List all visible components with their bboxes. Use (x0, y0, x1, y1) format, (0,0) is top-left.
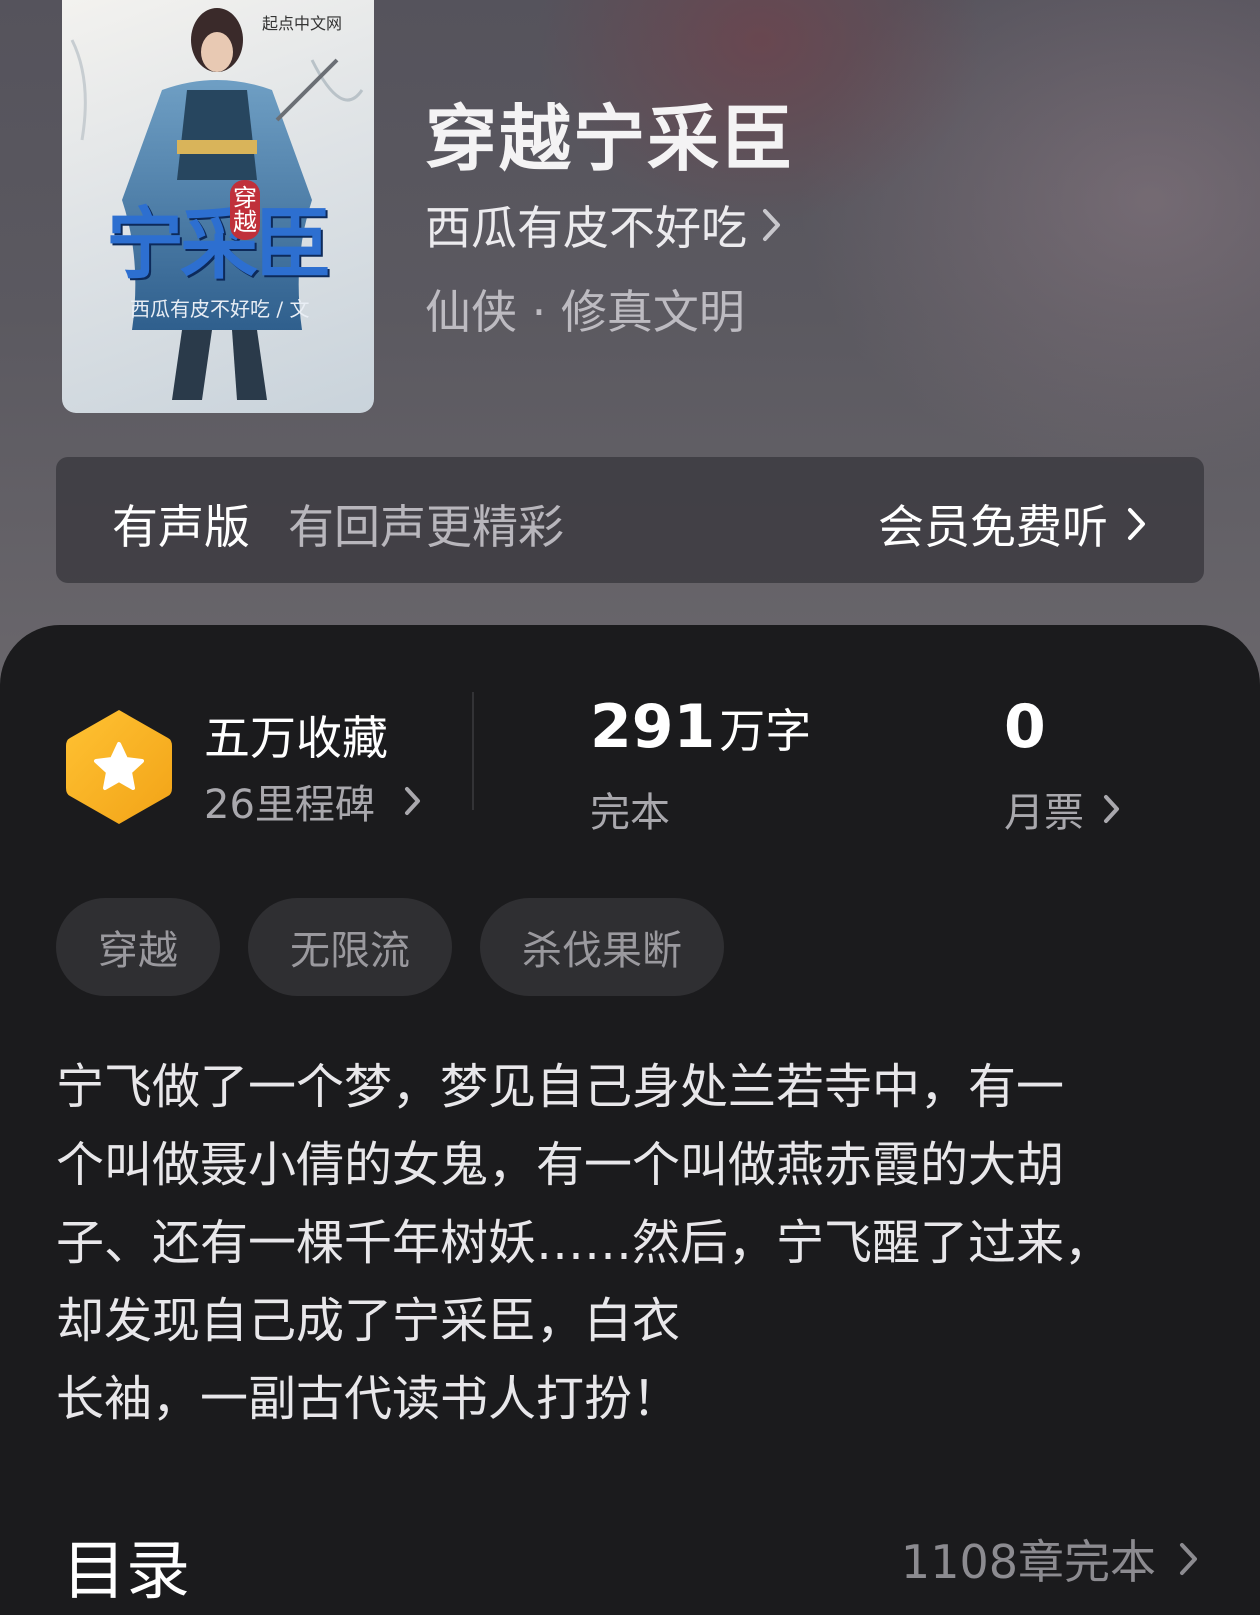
book-cover[interactable]: 宁采臣 穿越 西瓜有皮不好吃 / 文 起点中文网 (62, 0, 374, 413)
monthly-votes-link[interactable]: 月票 (1004, 780, 1122, 838)
cover-publisher-logo: 起点中文网 (262, 14, 343, 33)
audio-subtitle: 有回声更精彩 (288, 500, 564, 554)
chevron-right-icon (763, 209, 780, 241)
monthly-votes-count: 0 (1004, 692, 1046, 762)
completion-status: 完本 (590, 790, 670, 836)
chapter-summary: 1108章完本 (900, 1535, 1156, 1589)
chevron-right-icon (1104, 795, 1119, 823)
member-listen-button[interactable]: 会员免费听 (878, 491, 1148, 557)
milestones-link[interactable]: 26里程碑 (204, 772, 423, 830)
chevron-right-icon (404, 787, 420, 815)
chevron-right-icon (1180, 1543, 1197, 1575)
member-listen-label: 会员免费听 (878, 500, 1108, 554)
audio-version-banner[interactable]: 有声版 有回声更精彩 会员免费听 (56, 457, 1204, 583)
author-link[interactable]: 西瓜有皮不好吃 (425, 192, 783, 258)
stats-divider (472, 692, 474, 810)
chevron-right-icon (1128, 508, 1145, 540)
monthly-votes-label: 月票 (1004, 790, 1084, 836)
cover-byline: 西瓜有皮不好吃 / 文 (130, 297, 310, 321)
favorites-count: 五万收藏 (204, 711, 388, 765)
author-name: 西瓜有皮不好吃 (425, 201, 747, 255)
book-genre: 仙侠 · 修真文明 (425, 285, 745, 339)
word-count-number: 291 (590, 692, 716, 762)
book-title: 穿越宁采臣 (425, 96, 796, 181)
tag-chip[interactable]: 无限流 (248, 898, 452, 996)
book-synopsis[interactable]: 宁飞做了一个梦，梦见自己身处兰若寺中，有一 个叫做聂小倩的女鬼，有一个叫做燕赤霞… (56, 1048, 1206, 1438)
tag-chip[interactable]: 穿越 (56, 898, 220, 996)
tag-list: 穿越 无限流 杀伐果断 (56, 898, 724, 996)
word-count: 291万字 (590, 692, 811, 762)
cover-badge: 穿越 (230, 180, 260, 240)
toc-title: 目录 (62, 1535, 190, 1609)
toc-link[interactable]: 1108章完本 (901, 1526, 1200, 1592)
tag-chip[interactable]: 杀伐果断 (480, 898, 724, 996)
audio-label: 有声版 (112, 500, 250, 554)
star-badge-icon (66, 710, 172, 824)
cover-title-art: 宁采臣 (106, 199, 332, 290)
milestones-label: 26里程碑 (204, 782, 375, 828)
word-count-unit: 万字 (719, 704, 812, 758)
